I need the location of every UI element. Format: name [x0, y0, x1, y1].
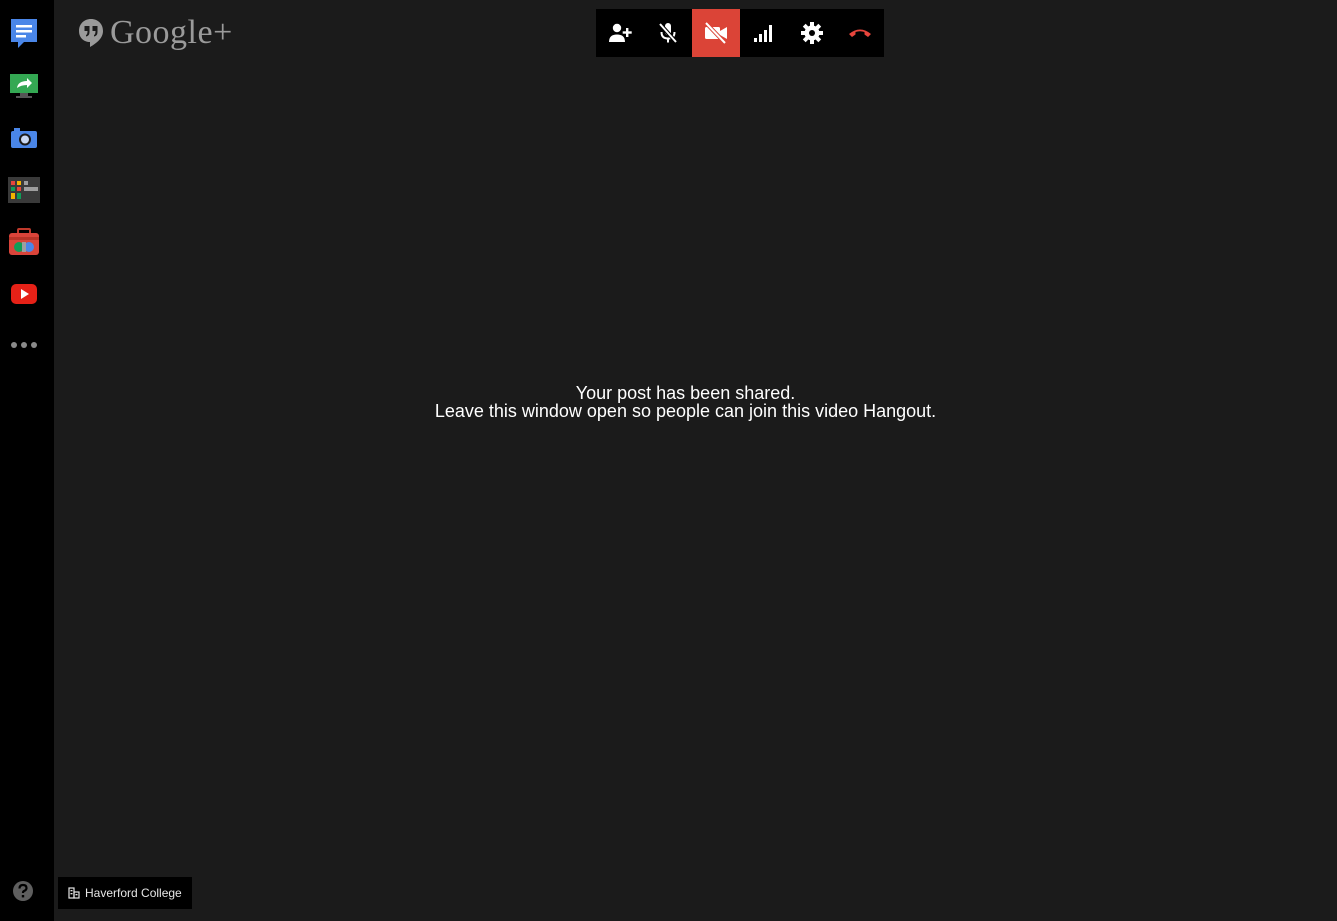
gear-icon [801, 22, 823, 44]
building-icon [68, 887, 80, 899]
turn-off-camera-button[interactable] [692, 9, 740, 57]
camera-icon [11, 128, 37, 148]
screenshare-app-button[interactable] [8, 70, 40, 102]
chat-app-button[interactable] [8, 17, 40, 49]
call-toolbar [596, 9, 884, 57]
toolbox-icon [9, 228, 39, 255]
location-label: Haverford College [85, 886, 182, 900]
leave-call-button[interactable] [836, 9, 884, 57]
brand-text: Google+ [110, 14, 233, 51]
video-stage: Google+ [54, 0, 1337, 921]
app-rail [0, 0, 54, 921]
hangouts-quote-icon [79, 19, 103, 47]
control-room-app-button[interactable] [8, 174, 40, 206]
more-apps-button[interactable] [8, 329, 40, 361]
google-plus-logo: Google+ [78, 14, 233, 52]
location-chip[interactable]: Haverford College [58, 877, 192, 909]
invite-people-button[interactable] [596, 9, 644, 57]
camera-off-icon [704, 21, 727, 45]
youtube-icon [11, 284, 37, 304]
phone-hangup-icon [849, 29, 871, 37]
signal-bars-icon [754, 25, 772, 42]
control-room-icon [8, 177, 40, 203]
mute-microphone-button[interactable] [644, 9, 692, 57]
message-line-1: Your post has been shared. [575, 383, 796, 403]
shared-message: Your post has been shared. Leave this wi… [0, 384, 1337, 420]
help-icon [13, 881, 33, 901]
capture-app-button[interactable] [8, 122, 40, 154]
mic-off-icon [658, 22, 678, 44]
settings-button[interactable] [788, 9, 836, 57]
screenshare-icon [10, 74, 38, 98]
bandwidth-button[interactable] [740, 9, 788, 57]
toolbox-app-button[interactable] [8, 226, 40, 258]
hangout-window: Google+ Your post has been shared. Leave… [0, 0, 1337, 921]
youtube-app-button[interactable] [8, 278, 40, 310]
message-line-2: Leave this window open so people can joi… [434, 401, 937, 421]
more-dots-icon [11, 342, 37, 348]
chat-icon [11, 19, 37, 48]
help-button[interactable] [12, 880, 34, 902]
add-person-icon [609, 23, 632, 42]
